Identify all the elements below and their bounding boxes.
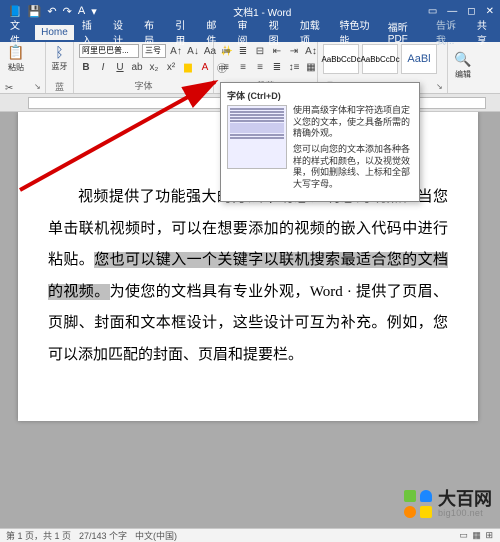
font-group-label: 字体: [79, 79, 208, 93]
clipboard-launcher-icon[interactable]: ↘: [34, 82, 44, 92]
underline-button[interactable]: U: [113, 60, 127, 74]
shrink-font-icon[interactable]: A↓: [186, 44, 200, 58]
indent-dec-button[interactable]: ⇤: [270, 44, 284, 58]
justify-button[interactable]: ≣: [270, 60, 284, 74]
subscript-button[interactable]: x₂: [147, 60, 161, 74]
share-button[interactable]: 共享: [477, 17, 500, 47]
bullets-button[interactable]: ≔: [219, 44, 233, 58]
printlayout-icon[interactable]: ▦: [472, 530, 481, 540]
style-heading1[interactable]: AaBl: [401, 44, 437, 74]
body-paragraph[interactable]: 视频提供了功能强大的方法帮助您证明您的观点。当您单击联机视频时，可以在想要添加的…: [48, 182, 448, 371]
tooltip-p2: 您可以向您的文本添加各种各样的样式和颜色，以及视觉效果，例如删除线、上标和全部大…: [293, 144, 413, 191]
tooltip-title: 字体 (Ctrl+D): [227, 89, 413, 102]
indent-inc-button[interactable]: ⇥: [287, 44, 301, 58]
editing-label: 编辑: [455, 69, 471, 80]
readmode-icon[interactable]: ▭: [459, 530, 468, 540]
highlight-button[interactable]: ▆: [181, 60, 195, 74]
bluetooth-icon: ᛒ: [55, 44, 63, 60]
style-normal[interactable]: AaBbCcDc: [323, 44, 359, 74]
redo-icon[interactable]: ↷: [63, 5, 72, 18]
font-color-button[interactable]: A: [198, 60, 212, 74]
style-nospacing[interactable]: AaBbCcDc: [362, 44, 398, 74]
numbering-button[interactable]: ≣: [236, 44, 250, 58]
brand-logo-icon: [404, 490, 432, 518]
grow-font-icon[interactable]: A↑: [169, 44, 183, 58]
weblayout-icon[interactable]: ⊞: [485, 530, 493, 540]
group-font: 阿里巴巴普... 三号 A↑ A↓ Aa ✨ B I U ab x₂ x² ▆ …: [74, 42, 214, 93]
align-right-button[interactable]: ≡: [253, 60, 267, 74]
align-center-button[interactable]: ≡: [236, 60, 250, 74]
shading-button[interactable]: ▦: [304, 60, 318, 74]
bluetooth-button[interactable]: ᛒ 蓝牙: [51, 44, 68, 80]
strike-button[interactable]: ab: [130, 60, 144, 74]
multilevel-button[interactable]: ⊟: [253, 44, 267, 58]
tooltip-p1: 使用高级字体和字符选项自定义您的文本，使之具备所需的精确外观。: [293, 105, 413, 140]
italic-button[interactable]: I: [96, 60, 110, 74]
view-buttons: ▭ ▦ ⊞: [458, 530, 494, 541]
clipboard-icon: 📋: [7, 44, 24, 61]
close-icon[interactable]: ✕: [486, 6, 494, 17]
sort-button[interactable]: A↕: [304, 44, 318, 58]
brand-domain: big100.net: [438, 509, 492, 518]
group-editing: 🔍 编辑: [448, 42, 478, 93]
tab-home[interactable]: Home: [35, 25, 74, 40]
status-page[interactable]: 第 1 页，共 1 页: [6, 529, 71, 542]
find-icon: 🔍: [454, 51, 471, 68]
tooltip-thumbnail: [227, 105, 287, 169]
align-left-button[interactable]: ≡: [219, 60, 233, 74]
cut-icon[interactable]: ✂: [5, 83, 18, 94]
paste-label: 粘贴: [8, 62, 24, 73]
group-clipboard: 📋 粘贴 ✂ ⎘ 🖌 剪贴板 ↘: [0, 42, 46, 93]
font-name-select[interactable]: 阿里巴巴普...: [79, 44, 139, 58]
undo-icon[interactable]: ↶: [47, 5, 56, 18]
bluetooth-label: 蓝牙: [52, 61, 68, 72]
font-dialog-tooltip: 字体 (Ctrl+D) 使用高级字体和字符选项自定义您的文本，使之具备所需的精确…: [220, 82, 420, 202]
status-words[interactable]: 27/143 个字: [79, 529, 127, 542]
superscript-button[interactable]: x²: [164, 60, 178, 74]
status-bar: 第 1 页，共 1 页 27/143 个字 中文(中国) ▭ ▦ ⊞: [0, 528, 500, 542]
ribbon-tabs: 文件 Home 插入 设计 布局 引用 邮件 审阅 视图 加载项 特色功能 福昕…: [0, 22, 500, 42]
watermark-brand: 大百网 big100.net: [404, 490, 492, 518]
group-bluetooth: ᛒ 蓝牙 蓝牙: [46, 42, 74, 93]
paste-button[interactable]: 📋 粘贴: [5, 44, 27, 80]
tooltip-text: 使用高级字体和字符选项自定义您的文本，使之具备所需的精确外观。 您可以向您的文本…: [293, 105, 413, 195]
styles-launcher-icon[interactable]: ↘: [436, 82, 446, 92]
line-spacing-button[interactable]: ↕≡: [287, 60, 301, 74]
editing-button[interactable]: 🔍 编辑: [453, 51, 473, 87]
bold-button[interactable]: B: [79, 60, 93, 74]
font-size-select[interactable]: 三号: [142, 44, 166, 58]
font-launcher-icon[interactable]: ↘: [202, 82, 212, 92]
status-lang[interactable]: 中文(中国): [135, 529, 177, 542]
brand-name: 大百网: [438, 490, 492, 509]
